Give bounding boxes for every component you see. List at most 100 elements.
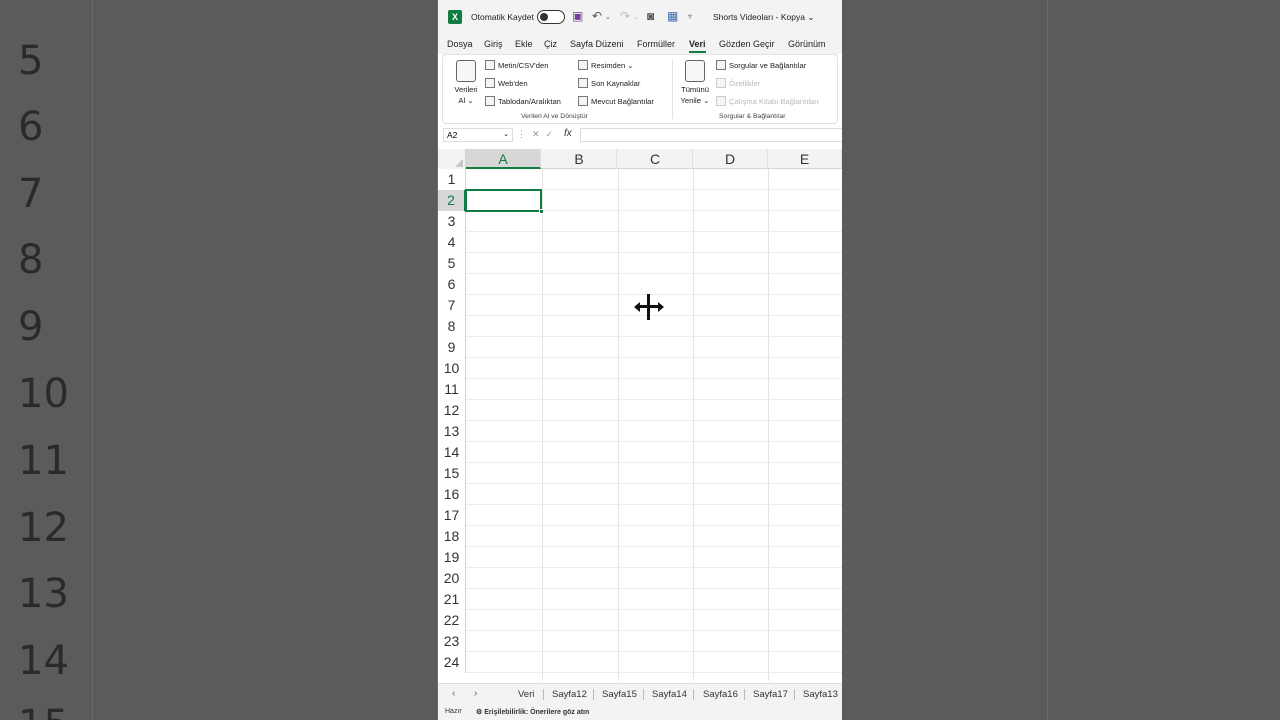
row-header[interactable]: 24 xyxy=(438,652,466,673)
get-data-label-1: Verileri xyxy=(454,85,478,94)
sheet-tab[interactable]: Sayfa16 xyxy=(703,689,738,700)
row-gridline xyxy=(466,483,842,484)
tab-draw[interactable]: Çiz xyxy=(544,39,557,49)
row-gridline xyxy=(466,252,842,253)
select-all-corner[interactable] xyxy=(438,149,466,169)
tab-home[interactable]: Giriş xyxy=(484,39,503,49)
row-gridline xyxy=(466,273,842,274)
column-header-c[interactable]: C xyxy=(618,149,693,169)
workbook-links-button[interactable]: Çalışma Kitabı Bağlantıları xyxy=(716,96,819,106)
background-row-number: 8 xyxy=(18,237,44,283)
row-header[interactable]: 15 xyxy=(438,463,466,484)
prev-sheet-icon[interactable]: ‹ xyxy=(452,688,455,699)
tab-page-layout[interactable]: Sayfa Düzeni xyxy=(570,39,624,49)
row-header[interactable]: 1 xyxy=(438,169,466,190)
cancel-icon[interactable]: ✕ xyxy=(532,129,546,139)
existing-connections-button[interactable]: Mevcut Bağlantılar xyxy=(578,96,654,106)
from-web-button[interactable]: Web'den xyxy=(485,78,528,88)
enter-icon[interactable]: ✓ xyxy=(546,129,560,139)
row-header[interactable]: 12 xyxy=(438,400,466,421)
tab-view[interactable]: Görünüm xyxy=(788,39,826,49)
column-header-a[interactable]: A xyxy=(466,149,541,169)
fill-handle[interactable] xyxy=(539,209,544,214)
formula-bar-actions: ⋮✕✓ xyxy=(517,129,559,140)
customize-toolbar-icon[interactable]: ▿ xyxy=(688,12,692,21)
spreadsheet-grid[interactable]: A B C D E 1 2 3 4 5 6 7 8 9 10 11 12 13 14 15 16 17 18 19 20 21 22… xyxy=(438,149,842,681)
row-header[interactable]: 9 xyxy=(438,337,466,358)
sheet-tab[interactable]: Sayfa14 xyxy=(652,689,687,700)
row-header[interactable]: 4 xyxy=(438,232,466,253)
row-header[interactable]: 21 xyxy=(438,589,466,610)
background-row-number: 11 xyxy=(18,438,69,484)
tab-formulas[interactable]: Formüller xyxy=(637,39,675,49)
row-header[interactable]: 6 xyxy=(438,274,466,295)
row-header[interactable]: 2 xyxy=(438,190,466,211)
sheet-tab[interactable]: Sayfa17 xyxy=(753,689,788,700)
row-header[interactable]: 3 xyxy=(438,211,466,232)
properties-icon xyxy=(716,78,726,88)
recent-sources-button[interactable]: Son Kaynaklar xyxy=(578,78,640,88)
row-header[interactable]: 23 xyxy=(438,631,466,652)
sheet-tab[interactable]: Sayfa12 xyxy=(552,689,587,700)
existing-connections-label: Mevcut Bağlantılar xyxy=(591,96,654,106)
sheet-tabs-bar: ‹ › Veri Sayfa12 Sayfa15 Sayfa14 Sayfa16… xyxy=(438,683,842,704)
grid-view-icon[interactable]: ▦ xyxy=(667,9,678,23)
title-bar: X Otomatik Kaydet ▣ ↶ ⌄ ↷ ⌄ ◙ ▦ ▿ Shorts… xyxy=(438,0,842,34)
document-title[interactable]: Shorts Videoları - Kopya ⌄ xyxy=(713,12,814,23)
tab-review[interactable]: Gözden Geçir xyxy=(719,39,775,49)
selected-cell[interactable] xyxy=(465,189,544,214)
row-header[interactable]: 11 xyxy=(438,379,466,400)
tab-data[interactable]: Veri xyxy=(689,39,706,53)
row-header[interactable]: 18 xyxy=(438,526,466,547)
from-picture-label: Resimden ⌄ xyxy=(591,60,634,70)
chevron-down-icon[interactable]: ⌄ xyxy=(503,129,509,141)
column-gridline xyxy=(693,169,694,681)
row-header[interactable]: 10 xyxy=(438,358,466,379)
row-header[interactable]: 7 xyxy=(438,295,466,316)
redo-icon[interactable]: ↷ xyxy=(620,9,630,23)
column-header-b[interactable]: B xyxy=(542,149,617,169)
row-header[interactable]: 22 xyxy=(438,610,466,631)
properties-button[interactable]: Özellikler xyxy=(716,78,760,88)
column-gridline xyxy=(768,169,769,681)
save-icon[interactable]: ▣ xyxy=(572,9,583,23)
column-header-e[interactable]: E xyxy=(768,149,842,169)
camera-icon[interactable]: ◙ xyxy=(647,9,654,23)
from-text-csv-button[interactable]: Metin/CSV'den xyxy=(485,60,548,70)
accessibility-status[interactable]: ⚙ Erişilebilirlik: Önerilere göz atın xyxy=(476,708,589,716)
row-gridline xyxy=(466,462,842,463)
formula-input[interactable] xyxy=(580,128,842,142)
row-header[interactable]: 16 xyxy=(438,484,466,505)
from-picture-button[interactable]: Resimden ⌄ xyxy=(578,60,634,70)
insert-function-button[interactable]: fx xyxy=(564,128,572,139)
row-header[interactable]: 20 xyxy=(438,568,466,589)
row-header[interactable]: 19 xyxy=(438,547,466,568)
workbook-links-icon xyxy=(716,96,726,106)
background-row-number: 5 xyxy=(18,38,44,84)
sheet-tab[interactable]: Sayfa15 xyxy=(602,689,637,700)
row-header[interactable]: 17 xyxy=(438,505,466,526)
web-icon xyxy=(485,78,495,88)
row-header[interactable]: 5 xyxy=(438,253,466,274)
sheet-tab[interactable]: Sayfa13 xyxy=(803,689,838,700)
column-header-d[interactable]: D xyxy=(693,149,768,169)
next-sheet-icon[interactable]: › xyxy=(474,688,477,699)
get-data-button[interactable]: Verileri Al ⌄ xyxy=(449,60,483,106)
tab-file[interactable]: Dosya xyxy=(447,39,473,49)
autosave-toggle[interactable] xyxy=(537,10,565,24)
refresh-all-button[interactable]: Tümünü Yenile ⌄ xyxy=(677,60,713,106)
row-header[interactable]: 14 xyxy=(438,442,466,463)
tab-insert[interactable]: Ekle xyxy=(515,39,533,49)
sheet-tab[interactable]: Veri xyxy=(518,689,534,700)
from-table-range-button[interactable]: Tablodan/Aralıktan xyxy=(485,96,561,106)
name-box[interactable]: A2 ⌄ xyxy=(443,128,513,142)
row-header[interactable]: 8 xyxy=(438,316,466,337)
row-gridline xyxy=(466,651,842,652)
row-header[interactable]: 13 xyxy=(438,421,466,442)
undo-dropdown-icon[interactable]: ⌄ xyxy=(605,13,611,21)
background-row-number: 10 xyxy=(18,371,69,417)
undo-icon[interactable]: ↶ xyxy=(592,9,602,23)
more-icon[interactable]: ⋮ xyxy=(517,129,532,139)
queries-connections-button[interactable]: Sorgular ve Bağlantılar xyxy=(716,60,806,70)
redo-dropdown-icon[interactable]: ⌄ xyxy=(633,13,639,21)
